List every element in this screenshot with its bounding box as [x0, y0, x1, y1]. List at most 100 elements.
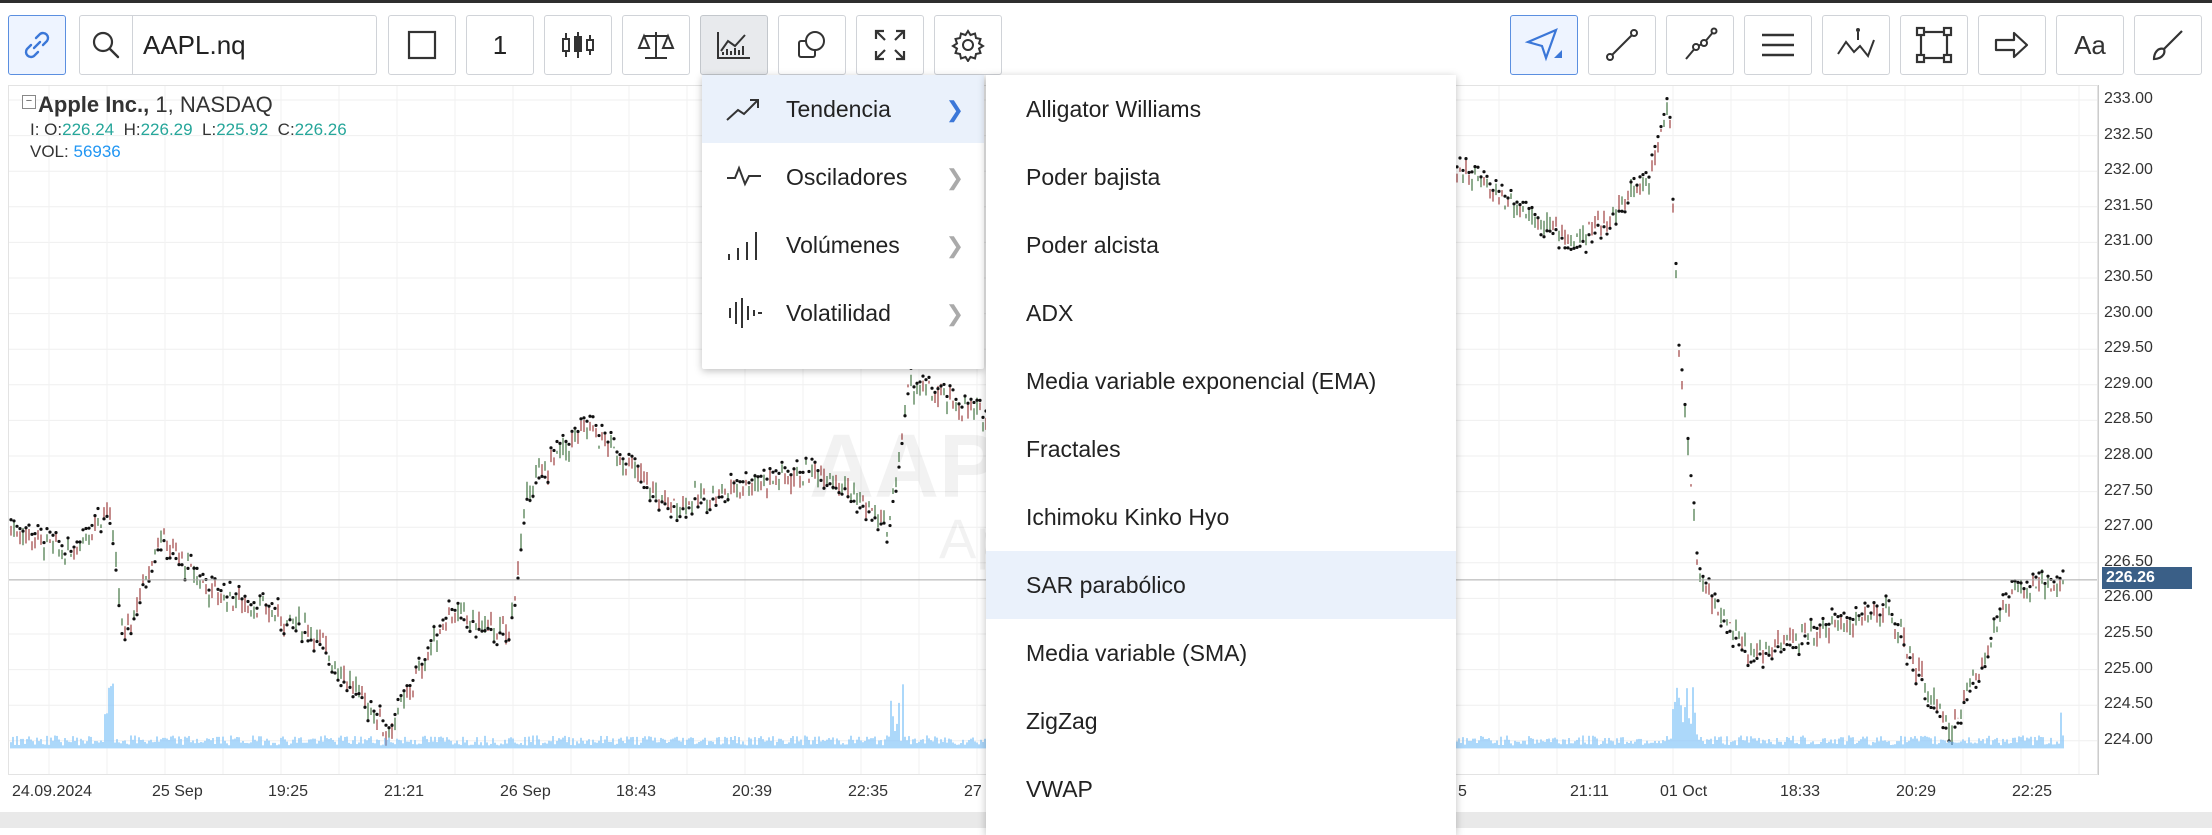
link-button[interactable]	[8, 15, 66, 75]
expand-icon	[874, 29, 906, 61]
indicators-button[interactable]	[700, 15, 768, 75]
shapes-button[interactable]	[778, 15, 846, 75]
shapes-icon	[798, 31, 825, 58]
sar-dot	[186, 566, 190, 570]
arrow-tool-button[interactable]	[1978, 15, 2046, 75]
oscillator-icon	[702, 162, 786, 192]
price-tick-label: 227.50	[2104, 481, 2153, 499]
sar-dot	[588, 414, 592, 418]
sar-dot	[117, 604, 121, 608]
indicator-zigzag[interactable]: ZigZag	[986, 687, 1456, 755]
sar-dot	[1872, 601, 1876, 605]
menu-item-osciladores[interactable]: Osciladores ❯	[702, 143, 984, 211]
sar-dot	[2061, 569, 2065, 573]
sar-dot	[1527, 206, 1531, 211]
indicator-ema[interactable]: Media variable exponencial (EMA)	[986, 347, 1456, 415]
square-icon	[407, 30, 437, 60]
polyline-tool-button[interactable]	[1666, 15, 1734, 75]
annotation-icon	[1837, 28, 1875, 58]
sar-dot	[300, 639, 304, 644]
sar-dot	[312, 649, 316, 653]
sar-dot	[1557, 246, 1561, 250]
sar-dot	[1905, 662, 1909, 666]
sar-dot	[1584, 250, 1588, 254]
indicator-poder-bajista[interactable]: Poder bajista	[986, 143, 1456, 211]
cursor-tool-button[interactable]	[1510, 15, 1578, 75]
sar-dot	[1743, 649, 1747, 653]
time-tick-label: 22:35	[848, 783, 889, 800]
sar-dot	[303, 630, 307, 635]
price-tick-label: 227.00	[2104, 517, 2153, 535]
fullscreen-button[interactable]	[856, 15, 924, 75]
sar-dot	[462, 618, 466, 622]
sar-dot	[333, 671, 337, 675]
indicator-alligator-williams[interactable]: Alligator Williams	[986, 75, 1456, 143]
sar-dot	[1668, 115, 1672, 119]
settings-button[interactable]	[934, 15, 1002, 75]
sar-dot	[651, 495, 655, 499]
sar-dot	[621, 457, 625, 461]
trendline-tool-button[interactable]	[1588, 15, 1656, 75]
sar-dot	[1503, 194, 1507, 198]
sar-dot	[1536, 216, 1540, 220]
sar-dot	[1926, 704, 1930, 708]
sar-dot	[1869, 611, 1873, 615]
sar-dot	[444, 616, 448, 620]
menu-item-tendencia[interactable]: Tendencia ❯	[702, 75, 984, 143]
annotation-tool-button[interactable]	[1822, 15, 1890, 75]
indicator-ichimoku[interactable]: Ichimoku Kinko Hyo	[986, 483, 1456, 551]
text-tool-button[interactable]: Aa	[2056, 15, 2124, 75]
sar-dot	[102, 517, 106, 521]
sar-dot	[66, 536, 70, 540]
indicator-poder-alcista[interactable]: Poder alcista	[986, 211, 1456, 279]
menu-item-volatilidad[interactable]: Volatilidad ❯	[702, 279, 984, 347]
indicator-adx[interactable]: ADX	[986, 279, 1456, 347]
menu-item-volumenes[interactable]: Volúmenes ❯	[702, 211, 984, 279]
symbol-input[interactable]	[133, 28, 365, 62]
sar-dot	[1839, 614, 1843, 618]
volatility-icon	[702, 296, 786, 330]
brush-tool-button[interactable]	[2134, 15, 2202, 75]
symbol-search[interactable]	[79, 15, 377, 75]
sar-dot	[654, 499, 658, 503]
sar-dot	[441, 618, 445, 622]
candlestick-icon	[562, 32, 594, 58]
indicator-fractales[interactable]: Fractales	[986, 415, 1456, 483]
horizontal-lines-tool-button[interactable]	[1744, 15, 1812, 75]
sar-dot	[525, 497, 529, 501]
sar-dot	[570, 429, 574, 433]
indicator-sar-parabolico[interactable]: SAR parabólico	[986, 551, 1456, 619]
sar-dot	[1929, 705, 1933, 710]
sar-dot	[345, 689, 349, 693]
close-label: C:	[277, 120, 295, 139]
sar-dot	[1590, 240, 1594, 244]
sar-dot	[12, 519, 16, 523]
sar-dot	[1563, 246, 1567, 250]
sar-dot	[1986, 655, 1990, 659]
sar-dot	[549, 446, 553, 450]
sar-dot	[57, 539, 61, 544]
candles-button[interactable]	[544, 15, 612, 75]
sar-dot	[1896, 623, 1900, 627]
sar-dot	[1833, 612, 1837, 616]
sar-dot	[9, 518, 13, 522]
sar-dot	[2022, 587, 2026, 591]
chart-type-button[interactable]	[388, 15, 456, 75]
indicator-vwap[interactable]: VWAP	[986, 755, 1456, 823]
interval-button[interactable]: 1	[466, 15, 534, 75]
sar-dot	[2004, 592, 2008, 596]
sar-dot	[1863, 601, 1867, 605]
price-tick-label: 232.50	[2104, 125, 2153, 143]
sar-dot	[474, 635, 478, 639]
chevron-right-icon: ❯	[945, 301, 964, 326]
sar-dot	[705, 510, 709, 515]
sar-dot	[507, 638, 511, 642]
sar-dot	[1587, 233, 1591, 237]
rectangle-tool-button[interactable]	[1900, 15, 1968, 75]
sar-dot	[978, 398, 982, 402]
sar-dot	[1812, 625, 1816, 629]
sar-dot	[600, 423, 604, 427]
compare-button[interactable]	[622, 15, 690, 75]
indicator-sma[interactable]: Media variable (SMA)	[986, 619, 1456, 687]
sar-dot	[576, 429, 580, 434]
